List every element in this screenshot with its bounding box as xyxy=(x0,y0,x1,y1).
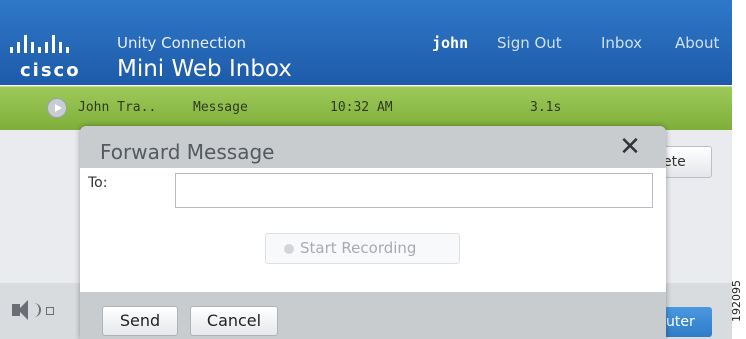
record-dot-icon xyxy=(284,244,294,254)
message-time: 10:32 AM xyxy=(330,100,393,115)
app-title: Mini Web Inbox xyxy=(117,56,292,82)
message-row[interactable]: John Tra.. Message 10:32 AM 3.1s xyxy=(0,86,732,130)
message-duration: 3.1s xyxy=(530,100,562,115)
app-header: cisco Unity Connection Mini Web Inbox jo… xyxy=(0,0,732,85)
app-subtitle: Unity Connection xyxy=(117,34,247,52)
speaker-icon[interactable] xyxy=(12,300,54,322)
forward-message-dialog: Forward Message ✕ To: Start Recording Se… xyxy=(80,126,666,339)
dialog-title: Forward Message xyxy=(100,140,275,164)
message-sender: John Tra.. xyxy=(78,100,157,115)
sign-out-link[interactable]: Sign Out xyxy=(497,34,562,52)
close-icon[interactable]: ✕ xyxy=(618,134,642,160)
to-label: To: xyxy=(88,175,108,191)
current-user: john xyxy=(432,34,469,52)
cancel-button[interactable]: Cancel xyxy=(190,306,278,336)
figure-id-watermark: 192095 xyxy=(730,280,743,322)
to-input[interactable] xyxy=(175,173,653,208)
send-button[interactable]: Send xyxy=(102,306,178,336)
about-link[interactable]: About xyxy=(675,34,719,52)
start-recording-button[interactable]: Start Recording xyxy=(265,233,460,264)
message-type: Message xyxy=(193,100,248,115)
start-recording-label: Start Recording xyxy=(300,239,417,257)
inbox-link[interactable]: Inbox xyxy=(601,34,642,52)
play-icon[interactable] xyxy=(47,98,67,118)
dialog-body: To: Start Recording xyxy=(80,168,666,292)
cisco-wordmark: cisco xyxy=(20,60,81,81)
